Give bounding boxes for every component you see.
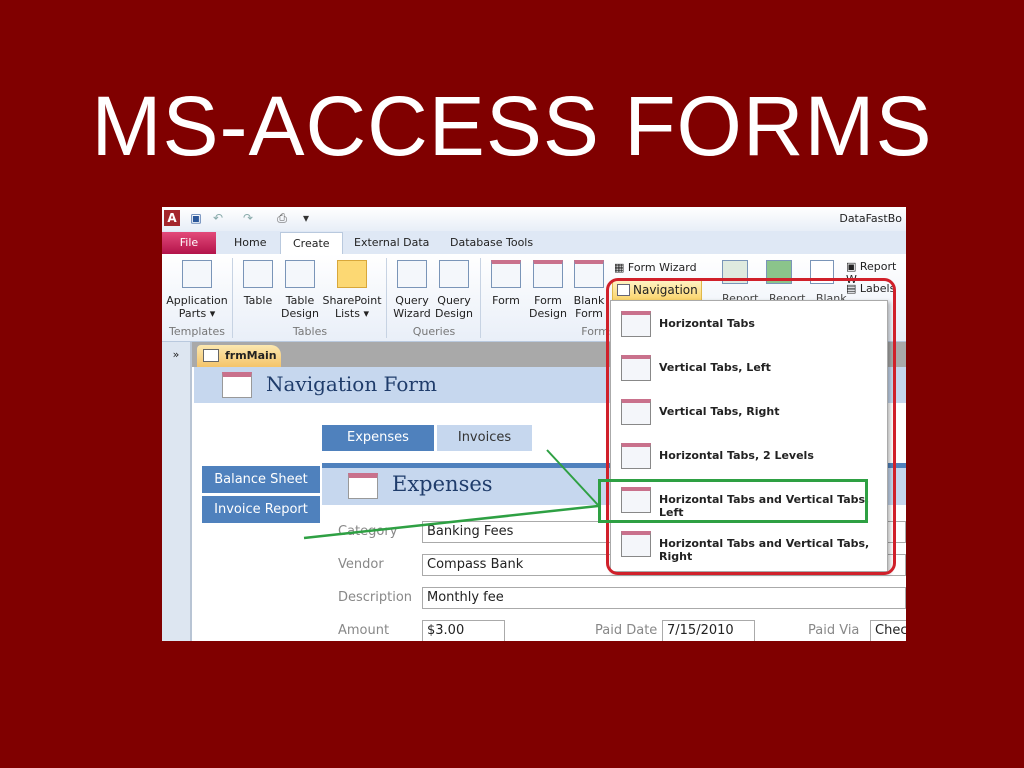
annotation-lines	[303, 449, 599, 540]
annotation-line-tabs	[546, 449, 599, 506]
annotation-line-side	[303, 504, 599, 540]
